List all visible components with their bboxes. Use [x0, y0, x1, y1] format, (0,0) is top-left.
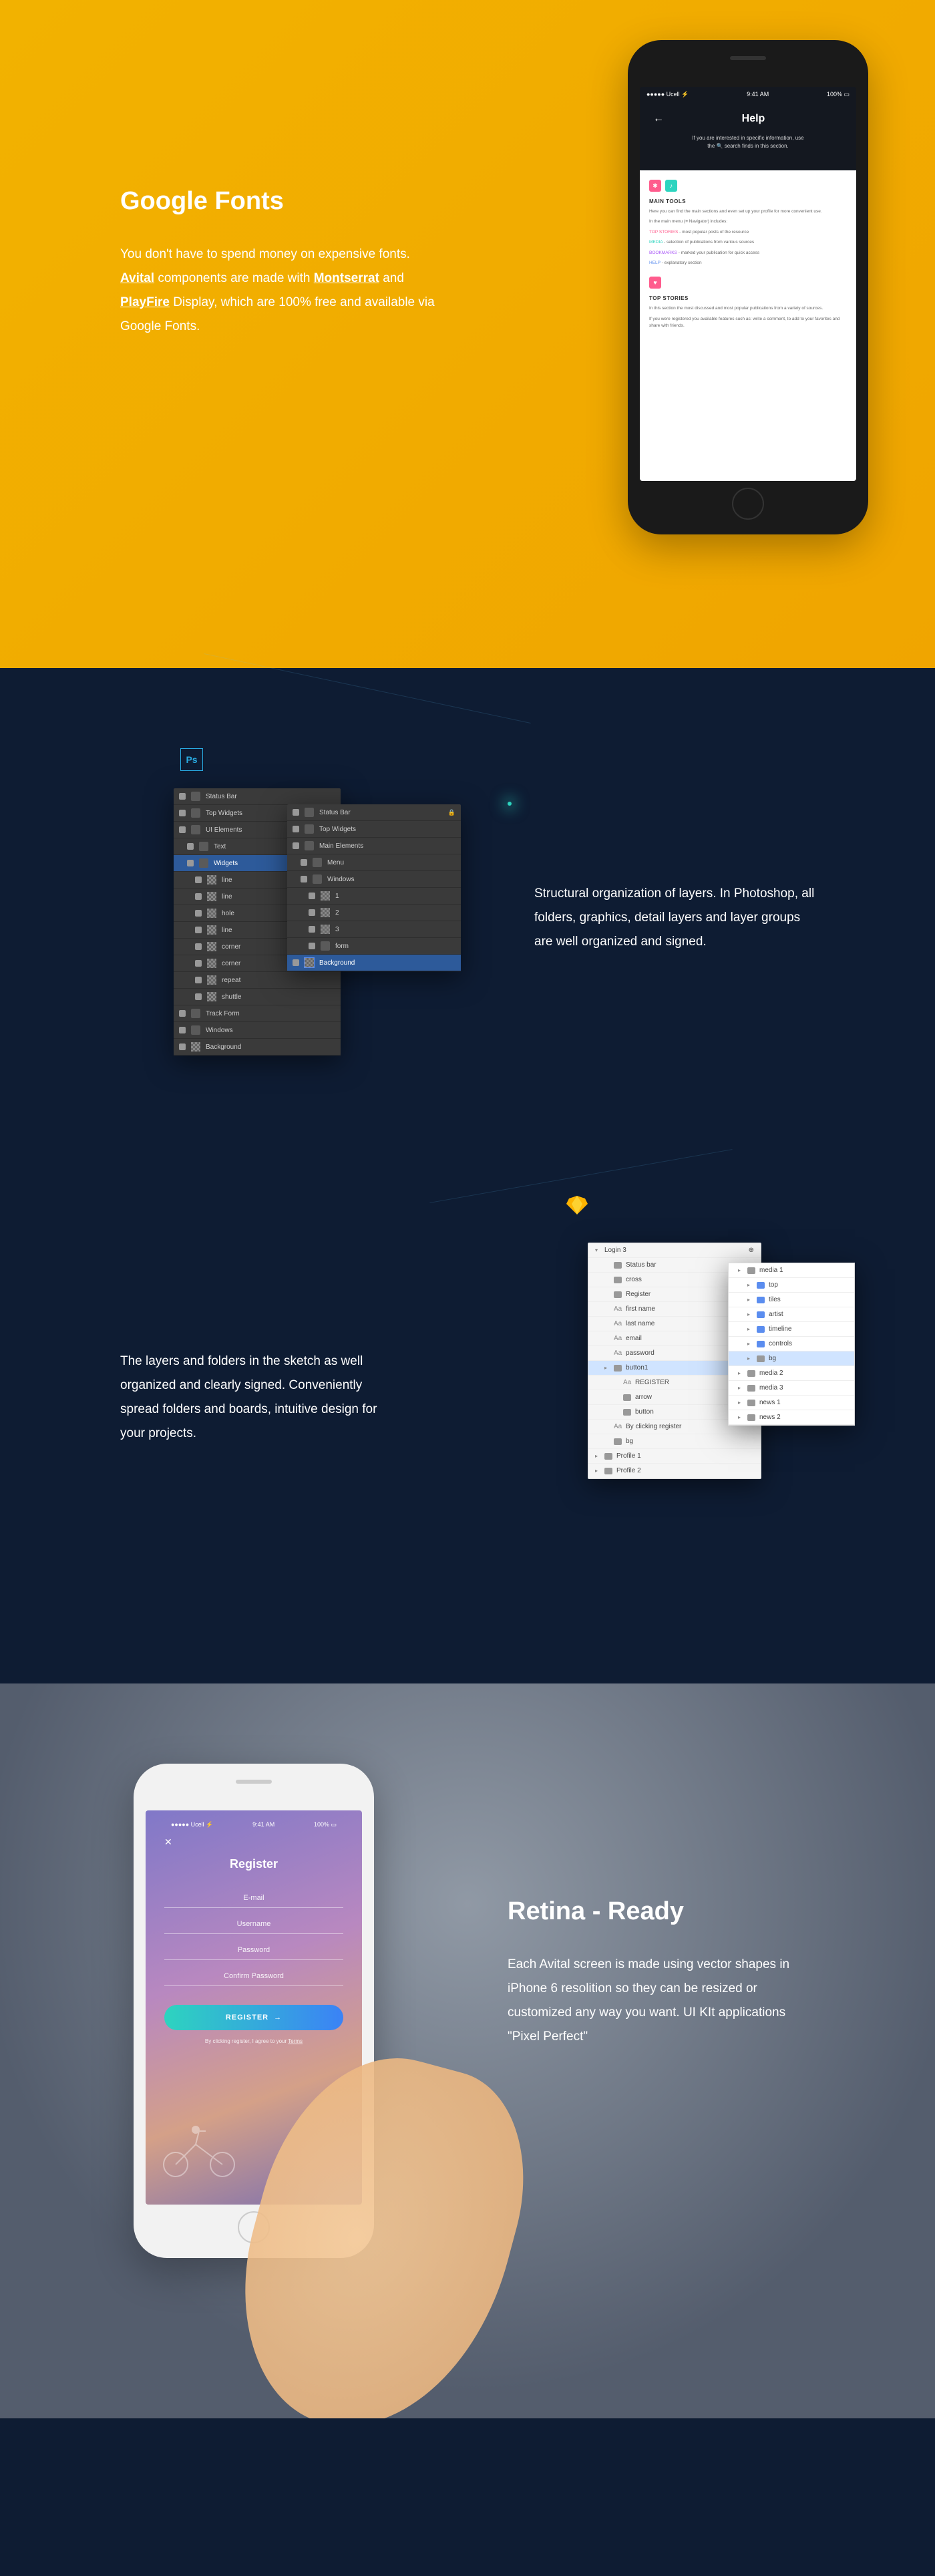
layer-row[interactable]: ▸Profile 1	[588, 1449, 761, 1464]
layer-row[interactable]: Background	[287, 955, 461, 971]
layer-row[interactable]: ▸bg	[729, 1351, 854, 1366]
layer-row[interactable]: ▸news 2	[729, 1410, 854, 1425]
layer-row[interactable]: ▸timeline	[729, 1322, 854, 1337]
confirm-password-field[interactable]: Confirm Password	[164, 1965, 343, 1986]
layer-row[interactable]: Menu	[287, 854, 461, 871]
help-title: Help	[653, 113, 843, 125]
phone-mockup-help: ●●●●● Ucell ⚡ 9:41 AM 100% ▭ ← Help If y…	[628, 40, 868, 534]
sketch-block: The layers and folders in the sketch as …	[0, 1202, 935, 1577]
gf-title: Google Fonts	[120, 187, 441, 216]
arrow-icon: →	[274, 2014, 282, 2022]
layer-row[interactable]: Main Elements	[287, 838, 461, 854]
layer-row[interactable]: Windows	[174, 1022, 341, 1039]
top-stories-heading: TOP STORIES	[649, 295, 847, 301]
layer-row[interactable]: ▸media 2	[729, 1366, 854, 1381]
section-google-fonts: Google Fonts You don't have to spend mon…	[0, 0, 935, 668]
layer-row[interactable]: ▸media 1	[729, 1263, 854, 1278]
layer-row[interactable]: ▸tiles	[729, 1293, 854, 1307]
close-icon[interactable]: ✕	[164, 1836, 172, 1848]
gf-paragraph: You don't have to spend money on expensi…	[120, 243, 441, 339]
layer-row[interactable]: Windows	[287, 871, 461, 888]
iphone-black: ●●●●● Ucell ⚡ 9:41 AM 100% ▭ ← Help If y…	[628, 40, 868, 534]
layer-row[interactable]: ▸Profile 2	[588, 1464, 761, 1478]
layer-row[interactable]: 3	[287, 921, 461, 938]
ps-layers-panel-2: Status Bar🔒Top WidgetsMain ElementsMenuW…	[287, 804, 461, 971]
layer-row[interactable]: ▾Login 3⊕	[588, 1243, 761, 1258]
help-body: ✱♪ MAIN TOOLS Here you can find the main…	[640, 170, 856, 481]
register-button[interactable]: REGISTER→	[164, 2005, 343, 2030]
bicycle-illustration	[159, 2124, 239, 2178]
email-field[interactable]: E-mail	[164, 1887, 343, 1908]
layer-row[interactable]: ▸controls	[729, 1337, 854, 1351]
layer-row[interactable]: Top Widgets	[287, 821, 461, 838]
layer-row[interactable]: ▸media 3	[729, 1381, 854, 1396]
layer-row[interactable]: Track Form	[174, 1005, 341, 1022]
help-header: ← Help If you are interested in specific…	[640, 102, 856, 170]
layer-row[interactable]: ▸artist	[729, 1307, 854, 1322]
spark-icon	[508, 802, 512, 806]
main-tools-heading: MAIN TOOLS	[649, 198, 847, 204]
badge-3-icon: ♥	[649, 277, 661, 289]
gf-copy: Google Fonts You don't have to spend mon…	[120, 187, 441, 339]
layer-row[interactable]: bg	[588, 1434, 761, 1449]
password-field[interactable]: Password	[164, 1939, 343, 1960]
layer-row[interactable]: Background	[174, 1039, 341, 1056]
photoshop-block: Ps Status BarTop WidgetsUI ElementsTextW…	[0, 762, 935, 1109]
section-layers: Ps Status BarTop WidgetsUI ElementsTextW…	[0, 668, 935, 1683]
back-icon[interactable]: ←	[653, 113, 664, 125]
username-field[interactable]: Username	[164, 1913, 343, 1934]
retina-paragraph: Each Avital screen is made using vector …	[508, 1953, 801, 2049]
layer-row[interactable]: ▸news 1	[729, 1396, 854, 1410]
register-title: Register	[230, 1857, 278, 1871]
retina-copy: Retina - Ready Each Avital screen is mad…	[508, 1897, 801, 2049]
badge-1-icon: ✱	[649, 180, 661, 192]
layer-row[interactable]: shuttle	[174, 989, 341, 1005]
status-bar: ●●●●● Ucell ⚡ 9:41 AM 100% ▭	[164, 1817, 343, 1832]
sk-layers-panel-2: ▸media 1▸top▸tiles▸artist▸timeline▸contr…	[728, 1263, 855, 1426]
status-bar: ●●●●● Ucell ⚡ 9:41 AM 100% ▭	[640, 87, 856, 102]
layer-row[interactable]: 2	[287, 905, 461, 921]
sketch-icon	[566, 1196, 588, 1215]
terms-text: By clicking register, I agree to your Te…	[205, 2038, 303, 2044]
layer-row[interactable]: ▸top	[729, 1278, 854, 1293]
sk-description: The layers and folders in the sketch as …	[120, 1349, 401, 1446]
layer-row[interactable]: Status Bar🔒	[287, 804, 461, 821]
section-retina: ●●●●● Ucell ⚡ 9:41 AM 100% ▭ ✕ Register …	[0, 1683, 935, 2418]
layer-row[interactable]: form	[287, 938, 461, 955]
help-screen: ●●●●● Ucell ⚡ 9:41 AM 100% ▭ ← Help If y…	[640, 87, 856, 481]
landing-page: Google Fonts You don't have to spend mon…	[0, 0, 935, 2418]
badge-2-icon: ♪	[665, 180, 677, 192]
layer-row[interactable]: 1	[287, 888, 461, 905]
layer-row[interactable]: Status Bar	[174, 788, 341, 805]
photoshop-icon: Ps	[180, 748, 203, 771]
ps-description: Structural organization of layers. In Ph…	[534, 882, 815, 954]
retina-title: Retina - Ready	[508, 1897, 801, 1926]
layer-row[interactable]: repeat	[174, 972, 341, 989]
decor-line	[429, 1149, 732, 1203]
